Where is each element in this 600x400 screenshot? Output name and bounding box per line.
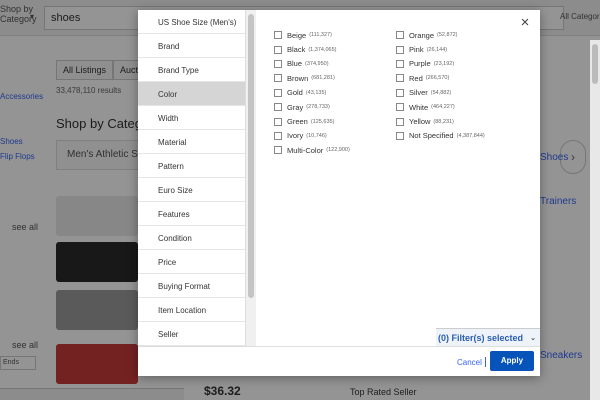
color-option-not-specified[interactable]: Not Specified (4,387,844): [396, 129, 516, 143]
option-count: (43,135): [305, 89, 327, 96]
checkbox[interactable]: [274, 103, 282, 112]
option-count: (23,192): [433, 60, 455, 67]
color-option-silver[interactable]: Silver (54,882): [396, 86, 516, 100]
option-count: (88,231): [433, 118, 454, 125]
option-count: (26,144): [426, 46, 448, 53]
category-buying-format[interactable]: Buying Format: [138, 274, 245, 298]
scrollbar-thumb[interactable]: [248, 14, 254, 298]
category-material[interactable]: Material: [138, 130, 245, 154]
checkbox[interactable]: [396, 59, 404, 68]
color-option-green[interactable]: Green (125,635): [274, 114, 394, 128]
checkbox[interactable]: [274, 117, 282, 126]
category-seller[interactable]: Seller: [138, 322, 245, 346]
scrollbar-thumb[interactable]: [592, 44, 598, 84]
color-option-yellow[interactable]: Yellow (88,231): [396, 114, 516, 128]
color-option-brown[interactable]: Brown (681,281): [274, 71, 394, 85]
option-label: Silver: [409, 88, 428, 98]
apply-button[interactable]: Apply: [490, 351, 534, 371]
color-option-orange[interactable]: Orange (52,872): [396, 28, 516, 42]
filters-selected-label: (0) Filter(s) selected: [438, 333, 524, 343]
filter-dialog: × US Shoe Size (Men's) Brand Brand Type …: [138, 10, 540, 376]
option-label: Purple: [409, 59, 431, 69]
color-option-blue[interactable]: Blue (374,950): [274, 57, 394, 71]
category-euro-size[interactable]: Euro Size: [138, 178, 245, 202]
category-pattern[interactable]: Pattern: [138, 154, 245, 178]
color-options-column-2: Orange (52,872) Pink (26,144) Purple (23,19…: [396, 28, 516, 143]
option-count: (266,570): [425, 75, 450, 82]
checkbox[interactable]: [396, 45, 404, 54]
checkbox[interactable]: [274, 31, 282, 40]
color-option-red[interactable]: Red (266,570): [396, 71, 516, 85]
option-count: (54,882): [430, 89, 452, 96]
color-option-black[interactable]: Black (1,374,065): [274, 42, 394, 56]
option-count: (122,900): [326, 147, 350, 154]
option-label: Blue: [287, 59, 303, 69]
checkbox[interactable]: [274, 45, 282, 54]
option-count: (681,281): [311, 75, 335, 82]
divider: [485, 357, 486, 367]
category-width[interactable]: Width: [138, 106, 245, 130]
option-label: Ivory: [287, 131, 304, 141]
filter-category-list: US Shoe Size (Men's) Brand Brand Type Co…: [138, 10, 246, 346]
color-option-white[interactable]: White (464,227): [396, 100, 516, 114]
color-option-gray[interactable]: Gray (278,733): [274, 100, 394, 114]
filters-selected-toggle[interactable]: (0) Filter(s) selected ⌄: [436, 328, 540, 346]
option-label: Orange: [409, 30, 435, 40]
checkbox[interactable]: [396, 117, 404, 126]
option-label: Gold: [287, 88, 303, 98]
checkbox[interactable]: [396, 31, 404, 40]
option-count: (10,746): [306, 132, 327, 139]
category-brand[interactable]: Brand: [138, 34, 245, 58]
option-label: Multi-Color: [287, 145, 324, 155]
close-icon[interactable]: ×: [516, 14, 534, 32]
category-features[interactable]: Features: [138, 202, 245, 226]
category-condition[interactable]: Condition: [138, 226, 245, 250]
category-color[interactable]: Color: [138, 82, 245, 106]
checkbox[interactable]: [396, 131, 404, 140]
option-count: (111,327): [309, 32, 332, 39]
category-item-location[interactable]: Item Location: [138, 298, 245, 322]
chevron-down-icon: ⌄: [530, 335, 536, 342]
checkbox[interactable]: [396, 74, 404, 83]
checkbox[interactable]: [274, 88, 282, 97]
page-scrollbar[interactable]: [590, 40, 600, 400]
category-price[interactable]: Price: [138, 250, 245, 274]
option-count: (52,872): [437, 32, 458, 39]
option-label: Yellow: [409, 117, 431, 127]
color-option-purple[interactable]: Purple (23,192): [396, 57, 516, 71]
color-options-column-1: Beige (111,327) Black (1,374,065) Blue (374…: [274, 28, 394, 158]
checkbox[interactable]: [274, 59, 282, 68]
color-option-beige[interactable]: Beige (111,327): [274, 28, 394, 42]
option-label: Beige: [287, 30, 307, 40]
option-count: (1,374,065): [308, 46, 337, 53]
option-label: Pink: [409, 45, 424, 55]
dialog-footer: Cancel Apply: [138, 346, 540, 376]
option-label: Black: [287, 45, 306, 55]
category-scrollbar[interactable]: [246, 10, 256, 346]
option-count: (125,635): [310, 118, 335, 125]
color-option-multi-color[interactable]: Multi-Color (122,900): [274, 143, 394, 157]
category-brand-type[interactable]: Brand Type: [138, 58, 245, 82]
option-count: (464,227): [431, 104, 455, 111]
option-label: Gray: [287, 102, 304, 112]
option-label: Not Specified: [409, 131, 454, 141]
checkbox[interactable]: [274, 131, 282, 140]
option-count: (374,950): [305, 60, 329, 67]
category-us-shoe-size[interactable]: US Shoe Size (Men's): [138, 10, 245, 34]
option-label: Red: [409, 73, 423, 83]
cancel-button[interactable]: Cancel: [457, 358, 482, 367]
option-count: (278,733): [306, 104, 330, 111]
option-count: (4,387,844): [456, 132, 485, 139]
option-label: Brown: [287, 73, 309, 83]
option-label: White: [409, 102, 429, 112]
checkbox[interactable]: [396, 103, 404, 112]
checkbox[interactable]: [396, 88, 404, 97]
checkbox[interactable]: [274, 146, 282, 155]
checkbox[interactable]: [274, 74, 282, 83]
color-option-pink[interactable]: Pink (26,144): [396, 42, 516, 56]
color-option-gold[interactable]: Gold (43,135): [274, 86, 394, 100]
option-label: Green: [287, 117, 308, 127]
color-option-ivory[interactable]: Ivory (10,746): [274, 129, 394, 143]
